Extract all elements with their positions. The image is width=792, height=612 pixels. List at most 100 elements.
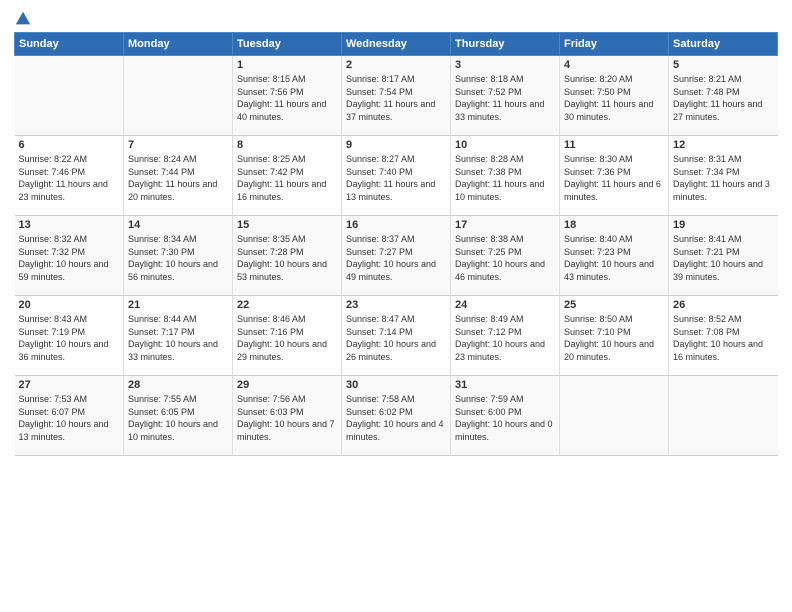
calendar-cell-w3d5: 17 Sunrise: 8:38 AMSunset: 7:25 PMDayligh…: [451, 216, 560, 296]
day-number: 30: [346, 379, 446, 391]
calendar-cell-w1d6: 4 Sunrise: 8:20 AMSunset: 7:50 PMDaylight…: [560, 56, 669, 136]
calendar-cell-w4d7: 26 Sunrise: 8:52 AMSunset: 7:08 PMDayligh…: [669, 296, 778, 376]
day-number: 11: [564, 139, 664, 151]
day-info: Sunrise: 8:44 AMSunset: 7:17 PMDaylight:…: [128, 313, 228, 363]
day-info: Sunrise: 8:50 AMSunset: 7:10 PMDaylight:…: [564, 313, 664, 363]
calendar-cell-w5d3: 29Sunrise: 7:56 AMSunset: 6:03 PMDayligh…: [233, 376, 342, 456]
day-info: Sunrise: 8:40 AMSunset: 7:23 PMDaylight:…: [564, 233, 664, 283]
day-number: 26: [673, 299, 774, 311]
calendar-cell-w4d3: 22 Sunrise: 8:46 AMSunset: 7:16 PMDayligh…: [233, 296, 342, 376]
calendar-cell-w4d2: 21 Sunrise: 8:44 AMSunset: 7:17 PMDayligh…: [124, 296, 233, 376]
day-number: 2: [346, 59, 446, 71]
calendar-cell-w3d7: 19 Sunrise: 8:41 AMSunset: 7:21 PMDayligh…: [669, 216, 778, 296]
week-row-5: 27 Sunrise: 7:53 AMSunset: 6:07 PMDayligh…: [15, 376, 778, 456]
calendar-cell-w2d3: 8 Sunrise: 8:25 AMSunset: 7:42 PMDaylight…: [233, 136, 342, 216]
calendar-cell-w5d7: [669, 376, 778, 456]
calendar-cell-w4d5: 24Sunrise: 8:49 AMSunset: 7:12 PMDayligh…: [451, 296, 560, 376]
day-number: 27: [19, 379, 120, 391]
day-info: Sunrise: 8:27 AMSunset: 7:40 PMDaylight:…: [346, 153, 446, 203]
day-info: Sunrise: 8:22 AMSunset: 7:46 PMDaylight:…: [19, 153, 120, 203]
day-number: 21: [128, 299, 228, 311]
calendar-cell-w1d2: [124, 56, 233, 136]
calendar-cell-w1d4: 2 Sunrise: 8:17 AMSunset: 7:54 PMDaylight…: [342, 56, 451, 136]
calendar-table: SundayMondayTuesdayWednesdayThursdayFrid…: [14, 32, 778, 456]
weekday-header-row: SundayMondayTuesdayWednesdayThursdayFrid…: [15, 33, 778, 56]
day-number: 18: [564, 219, 664, 231]
day-number: 14: [128, 219, 228, 231]
calendar-cell-w5d4: 30 Sunrise: 7:58 AMSunset: 6:02 PMDayligh…: [342, 376, 451, 456]
day-info: Sunrise: 8:46 AMSunset: 7:16 PMDaylight:…: [237, 313, 337, 363]
day-info: Sunrise: 7:55 AMSunset: 6:05 PMDaylight:…: [128, 393, 228, 443]
day-info: Sunrise: 7:58 AMSunset: 6:02 PMDaylight:…: [346, 393, 446, 443]
weekday-header-thursday: Thursday: [451, 33, 560, 56]
day-number: 20: [19, 299, 120, 311]
day-info: Sunrise: 8:20 AMSunset: 7:50 PMDaylight:…: [564, 73, 664, 123]
calendar-cell-w2d7: 12 Sunrise: 8:31 AMSunset: 7:34 PMDayligh…: [669, 136, 778, 216]
week-row-3: 13Sunrise: 8:32 AMSunset: 7:32 PMDayligh…: [15, 216, 778, 296]
day-number: 8: [237, 139, 337, 151]
weekday-header-saturday: Saturday: [669, 33, 778, 56]
day-info: Sunrise: 8:21 AMSunset: 7:48 PMDaylight:…: [673, 73, 774, 123]
day-info: Sunrise: 8:31 AMSunset: 7:34 PMDaylight:…: [673, 153, 774, 203]
day-info: Sunrise: 8:24 AMSunset: 7:44 PMDaylight:…: [128, 153, 228, 203]
day-info: Sunrise: 8:49 AMSunset: 7:12 PMDaylight:…: [455, 313, 555, 363]
weekday-header-monday: Monday: [124, 33, 233, 56]
week-row-4: 20 Sunrise: 8:43 AMSunset: 7:19 PMDayligh…: [15, 296, 778, 376]
day-info: Sunrise: 8:17 AMSunset: 7:54 PMDaylight:…: [346, 73, 446, 123]
calendar-cell-w5d6: [560, 376, 669, 456]
calendar-cell-w2d1: 6Sunrise: 8:22 AMSunset: 7:46 PMDaylight…: [15, 136, 124, 216]
day-info: Sunrise: 8:52 AMSunset: 7:08 PMDaylight:…: [673, 313, 774, 363]
day-info: Sunrise: 8:18 AMSunset: 7:52 PMDaylight:…: [455, 73, 555, 123]
calendar-cell-w3d3: 15 Sunrise: 8:35 AMSunset: 7:28 PMDayligh…: [233, 216, 342, 296]
day-info: Sunrise: 7:53 AMSunset: 6:07 PMDaylight:…: [19, 393, 120, 443]
day-info: Sunrise: 8:43 AMSunset: 7:19 PMDaylight:…: [19, 313, 120, 363]
calendar-cell-w4d6: 25 Sunrise: 8:50 AMSunset: 7:10 PMDayligh…: [560, 296, 669, 376]
day-info: Sunrise: 8:38 AMSunset: 7:25 PMDaylight:…: [455, 233, 555, 283]
day-number: 4: [564, 59, 664, 71]
weekday-header-tuesday: Tuesday: [233, 33, 342, 56]
calendar-cell-w4d4: 23 Sunrise: 8:47 AMSunset: 7:14 PMDayligh…: [342, 296, 451, 376]
header: [14, 10, 778, 26]
day-number: 10: [455, 139, 555, 151]
calendar-cell-w1d5: 3Sunrise: 8:18 AMSunset: 7:52 PMDaylight…: [451, 56, 560, 136]
weekday-header-wednesday: Wednesday: [342, 33, 451, 56]
day-info: Sunrise: 8:28 AMSunset: 7:38 PMDaylight:…: [455, 153, 555, 203]
day-number: 7: [128, 139, 228, 151]
week-row-1: 1Sunrise: 8:15 AMSunset: 7:56 PMDaylight…: [15, 56, 778, 136]
weekday-header-sunday: Sunday: [15, 33, 124, 56]
day-info: Sunrise: 8:41 AMSunset: 7:21 PMDaylight:…: [673, 233, 774, 283]
day-info: Sunrise: 8:34 AMSunset: 7:30 PMDaylight:…: [128, 233, 228, 283]
day-number: 9: [346, 139, 446, 151]
day-number: 25: [564, 299, 664, 311]
logo-icon: [14, 10, 32, 28]
day-number: 28: [128, 379, 228, 391]
day-info: Sunrise: 8:25 AMSunset: 7:42 PMDaylight:…: [237, 153, 337, 203]
calendar-cell-w2d2: 7 Sunrise: 8:24 AMSunset: 7:44 PMDaylight…: [124, 136, 233, 216]
day-number: 12: [673, 139, 774, 151]
calendar-cell-w4d1: 20 Sunrise: 8:43 AMSunset: 7:19 PMDayligh…: [15, 296, 124, 376]
logo: [14, 10, 32, 26]
day-number: 22: [237, 299, 337, 311]
day-number: 17: [455, 219, 555, 231]
day-number: 23: [346, 299, 446, 311]
page: SundayMondayTuesdayWednesdayThursdayFrid…: [0, 0, 792, 612]
calendar-cell-w3d6: 18 Sunrise: 8:40 AMSunset: 7:23 PMDayligh…: [560, 216, 669, 296]
day-number: 29: [237, 379, 337, 391]
calendar-cell-w3d1: 13Sunrise: 8:32 AMSunset: 7:32 PMDayligh…: [15, 216, 124, 296]
day-number: 16: [346, 219, 446, 231]
day-info: Sunrise: 8:47 AMSunset: 7:14 PMDaylight:…: [346, 313, 446, 363]
day-number: 13: [19, 219, 120, 231]
day-info: Sunrise: 7:59 AMSunset: 6:00 PMDaylight:…: [455, 393, 555, 443]
day-number: 1: [237, 59, 337, 71]
day-number: 5: [673, 59, 774, 71]
day-number: 15: [237, 219, 337, 231]
weekday-header-friday: Friday: [560, 33, 669, 56]
calendar-cell-w2d6: 11Sunrise: 8:30 AMSunset: 7:36 PMDayligh…: [560, 136, 669, 216]
calendar-cell-w1d1: [15, 56, 124, 136]
calendar-cell-w3d2: 14 Sunrise: 8:34 AMSunset: 7:30 PMDayligh…: [124, 216, 233, 296]
day-info: Sunrise: 8:35 AMSunset: 7:28 PMDaylight:…: [237, 233, 337, 283]
calendar-cell-w1d7: 5 Sunrise: 8:21 AMSunset: 7:48 PMDaylight…: [669, 56, 778, 136]
calendar-cell-w5d5: 31Sunrise: 7:59 AMSunset: 6:00 PMDayligh…: [451, 376, 560, 456]
day-number: 19: [673, 219, 774, 231]
calendar-cell-w5d2: 28 Sunrise: 7:55 AMSunset: 6:05 PMDayligh…: [124, 376, 233, 456]
